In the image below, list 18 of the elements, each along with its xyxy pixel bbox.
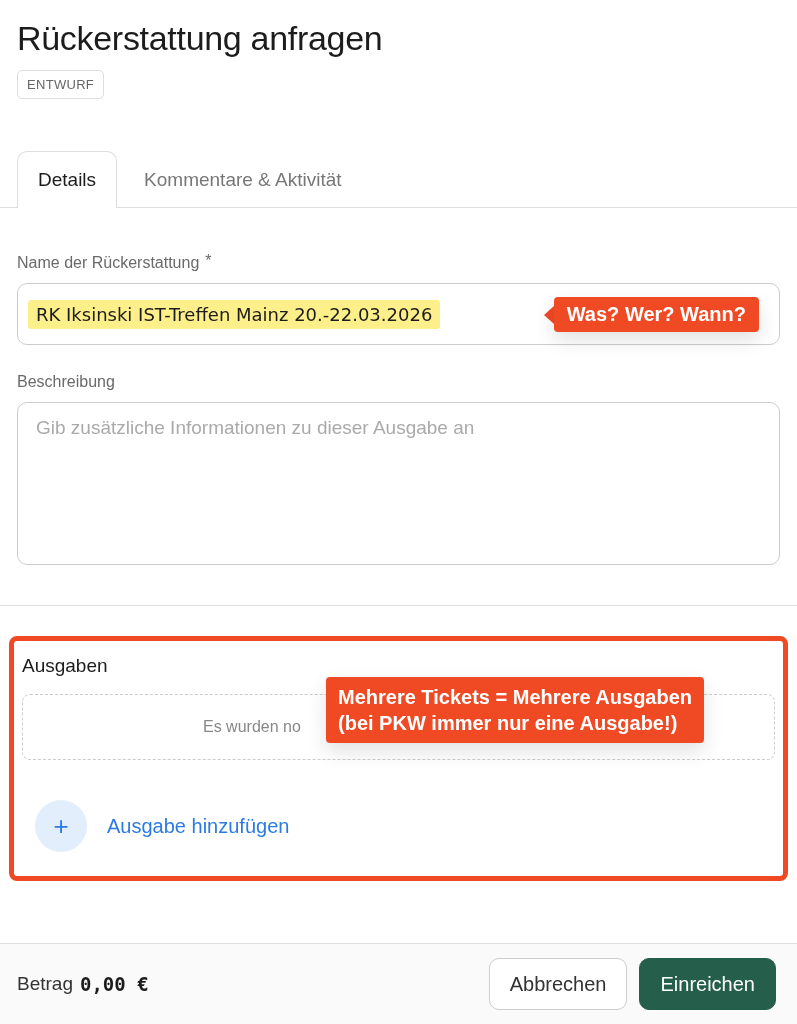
section-heading: Ausgaben	[22, 655, 108, 677]
status-badge: ENTWURF	[17, 70, 105, 99]
tab[interactable]: Kommentare & Aktivität	[123, 151, 363, 208]
amount-value: 0,00 €	[80, 973, 149, 995]
submit-button[interactable]: Einreichen	[639, 958, 776, 1010]
annotation-callout: Was? Wer? Wann?	[553, 297, 759, 332]
empty-state-text: Es wurden no	[203, 718, 301, 736]
field-label: Name der Rückerstattung	[17, 254, 200, 272]
field-label: Beschreibung	[17, 373, 115, 391]
required-mark: *	[205, 252, 212, 270]
tab[interactable]: Details	[17, 151, 118, 208]
cancel-button[interactable]: Abbrechen	[488, 958, 628, 1010]
page-title: Rückerstattung anfragen	[17, 18, 383, 58]
amount-label: Betrag	[17, 973, 73, 995]
annotation-callout: Mehrere Tickets = Mehrere Ausgaben (bei PKW immer nur eine Ausgabe!)	[326, 677, 705, 743]
add-button[interactable]: +	[35, 800, 87, 852]
description-field[interactable]: Gib zusätzliche Informationen zu dieser Ausgabe an	[17, 402, 780, 565]
add-expense-link[interactable]: Ausgabe hinzufügen	[107, 814, 290, 838]
